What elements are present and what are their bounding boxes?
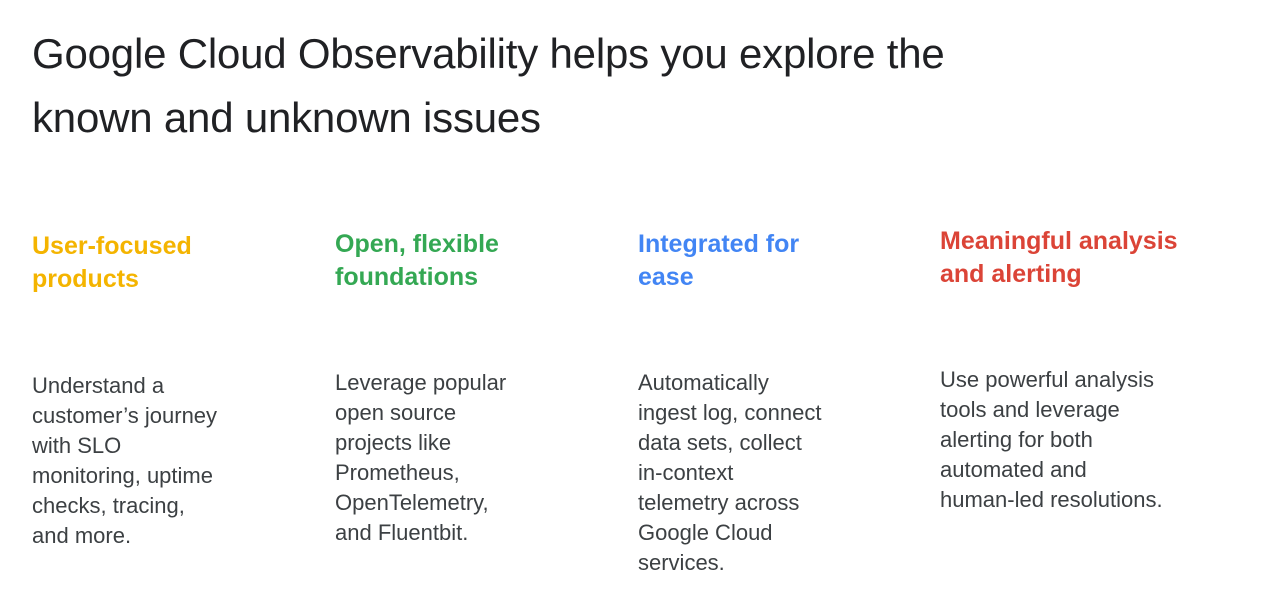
column-heading: Integrated for ease [638, 230, 800, 291]
column-heading: Meaningful analysis and alerting [940, 227, 1178, 288]
column-heading: User-focused products [32, 232, 192, 293]
column-user-focused: User-focused products Understand a custo… [32, 230, 302, 548]
slide-title: Google Cloud Observability helps you exp… [32, 30, 945, 141]
slide: Google Cloud Observability helps you exp… [0, 0, 1281, 601]
column-body: Leverage popular open source projects li… [335, 370, 507, 545]
column-analysis-alerting: Meaningful analysis and alerting Use pow… [940, 225, 1240, 512]
column-heading: Open, flexible foundations [335, 230, 499, 291]
column-open-flexible: Open, flexible foundations Leverage popu… [335, 228, 605, 545]
column-body: Automatically ingest log, connect data s… [638, 370, 822, 575]
column-body: Understand a customer’s journey with SLO… [32, 373, 218, 548]
column-body: Use powerful analysis tools and leverage… [940, 367, 1163, 512]
column-integrated: Integrated for ease Automatically ingest… [638, 228, 908, 575]
